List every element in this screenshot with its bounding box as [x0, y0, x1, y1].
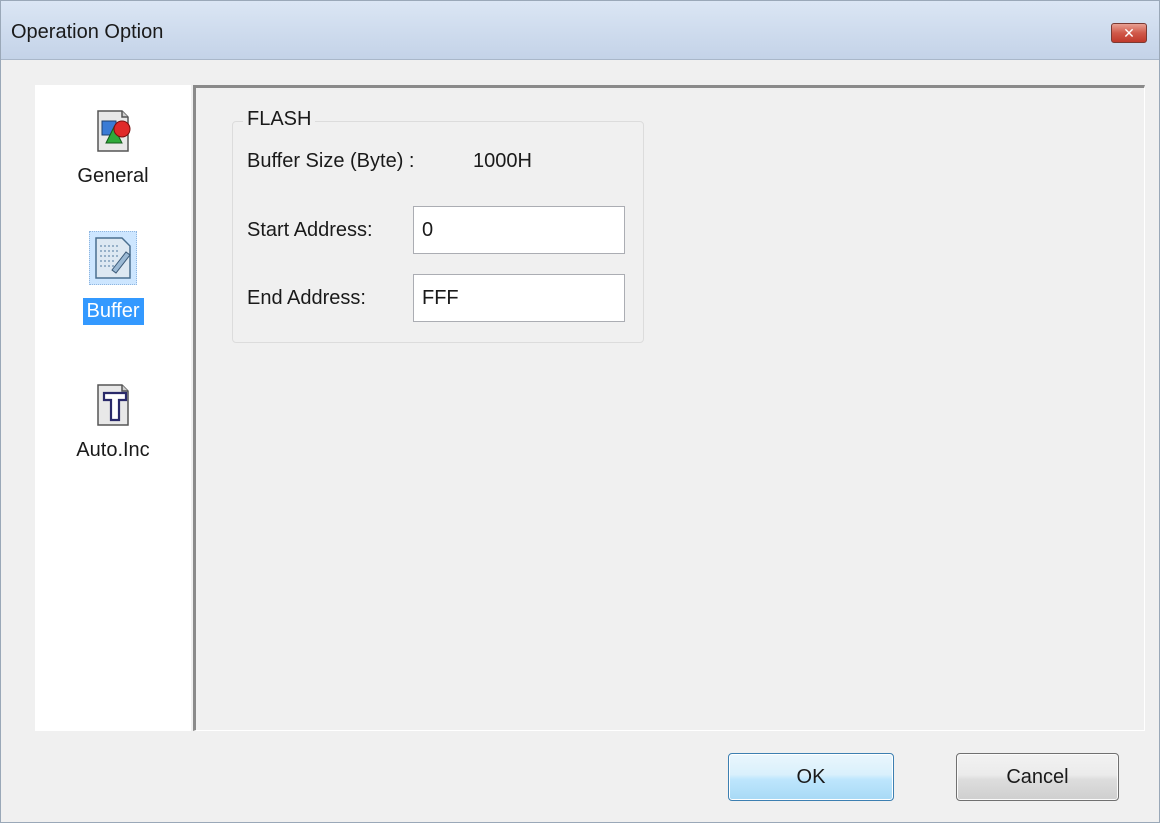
options-sidebar: General Buffer Auto.Inc: [35, 85, 191, 731]
sidebar-item-auto-inc[interactable]: Auto.Inc: [35, 381, 191, 464]
buffer-size-value: 1000H: [473, 150, 532, 172]
buffer-icon-highlight: [89, 231, 137, 285]
cancel-button[interactable]: Cancel: [956, 753, 1119, 801]
title-bar[interactable]: Operation Option ✕: [1, 1, 1159, 60]
sidebar-item-label: Auto.Inc: [76, 439, 150, 461]
flash-group-title: FLASH: [243, 108, 316, 131]
end-address-label: End Address:: [247, 287, 366, 309]
auto-inc-t-icon: [97, 384, 129, 426]
close-button[interactable]: ✕: [1111, 23, 1147, 43]
window-title: Operation Option: [11, 21, 164, 43]
sidebar-item-label: General: [77, 165, 149, 187]
flash-groupbox: FLASH Buffer Size (Byte) : 1000H Start A…: [232, 108, 644, 343]
buffer-settings-panel: FLASH Buffer Size (Byte) : 1000H Start A…: [193, 85, 1145, 731]
ok-button[interactable]: OK: [728, 753, 894, 801]
start-address-label: Start Address:: [247, 219, 373, 241]
general-shapes-icon: [97, 110, 131, 152]
sidebar-item-buffer[interactable]: Buffer: [35, 231, 191, 325]
buffer-edit-icon: [95, 237, 131, 279]
start-address-input[interactable]: [413, 206, 625, 254]
close-icon: ✕: [1123, 25, 1135, 41]
end-address-input[interactable]: [413, 274, 625, 322]
sidebar-item-label: Buffer: [82, 298, 144, 325]
operation-option-dialog: Operation Option ✕ General Buffer Auto.I…: [0, 0, 1160, 823]
buffer-size-label: Buffer Size (Byte) :: [247, 150, 415, 172]
sidebar-item-general[interactable]: General: [35, 107, 191, 190]
